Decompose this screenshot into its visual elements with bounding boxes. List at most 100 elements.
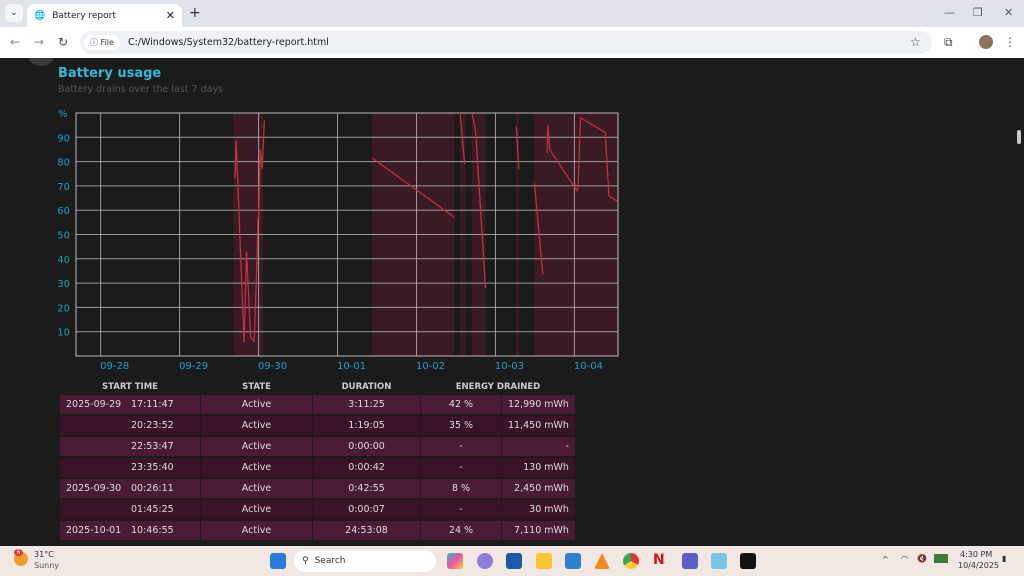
vlc-icon[interactable]	[594, 553, 610, 569]
start-time: 00:26:11	[131, 483, 174, 494]
header-duration: DURATION	[341, 381, 392, 392]
restore-button[interactable]: ❐	[973, 6, 983, 19]
start-date: 2025-09-30	[66, 483, 122, 494]
weather-temp[interactable]: 31°C	[34, 550, 54, 559]
start-time: 01:45:25	[131, 504, 174, 515]
energy-percent-cell: 42 %	[421, 395, 501, 414]
tor-browser-icon[interactable]	[477, 553, 493, 569]
duration-cell: 1:19:05	[313, 416, 420, 435]
header-energy-drained: ENERGY DRAINED	[455, 381, 541, 392]
forward-button[interactable]: →	[34, 35, 44, 49]
y-tick-label: 10	[57, 328, 70, 339]
site-info-chip[interactable]: ⓘ File	[84, 35, 120, 50]
x-tick-label: 10-03	[495, 361, 524, 372]
energy-percent-cell: 24 %	[421, 521, 501, 540]
x-tick-label: 10-01	[337, 361, 366, 372]
x-tick-label: 10-04	[574, 361, 603, 372]
start-date: 2025-09-29	[66, 399, 122, 410]
start-time-cell: 2025-10-01 10:46:55	[60, 521, 200, 540]
taskbar-search[interactable]: ⚲ Search	[294, 550, 436, 572]
tab-battery-report[interactable]: 🌐 Battery report ✕	[27, 4, 182, 27]
table-row: 23:35:40 Active 0:00:42-130 mWh	[60, 458, 575, 477]
energy-mwh-cell: 11,450 mWh	[502, 416, 575, 435]
notification-bell-icon[interactable]: ▮	[1002, 554, 1006, 563]
duration-cell: 0:00:42	[313, 458, 420, 477]
duration-cell: 0:42:55	[313, 479, 420, 498]
table-row: 2025-10-01 10:46:55 Active 24:53:08 24 % 7,11…	[60, 521, 575, 540]
file-explorer-icon[interactable]	[536, 553, 552, 569]
photos-icon[interactable]	[565, 553, 581, 569]
url-text: C:/Windows/System32/battery-report.html	[127, 37, 329, 48]
close-window-button[interactable]: ✕	[1004, 6, 1013, 19]
extensions-icon[interactable]: ⧉	[944, 35, 953, 50]
state-cell: Active	[201, 437, 312, 456]
y-axis-unit: %	[58, 109, 68, 120]
state-cell: Active	[201, 521, 312, 540]
menu-icon[interactable]: ⋮	[1004, 35, 1016, 49]
state-cell: Active	[201, 458, 312, 477]
start-time-cell: 01:45:25	[60, 500, 200, 519]
y-tick-label: 80	[57, 158, 70, 169]
start-time: 23:35:40	[131, 462, 174, 473]
tab-strip: ⌄ 🌐 Battery report ✕ + — ❐ ✕	[0, 0, 1024, 27]
battery-usage-chart: 10 20 30 40 50 60 70 80 90% 09-28 09-29 09-30 10-01 1…	[57, 109, 619, 372]
table-row: 20:23:52 Active 1:19:05 35 % 11,450 mWh	[60, 416, 575, 435]
teams-icon[interactable]	[682, 553, 698, 569]
clock-date[interactable]: 10/4/2025	[958, 561, 999, 570]
duration-cell: 24:53:08	[313, 521, 420, 540]
duration-cell: 0:00:07	[313, 500, 420, 519]
start-time-cell: 23:35:40	[60, 458, 200, 477]
energy-mwh-cell: 2,450 mWh	[502, 479, 575, 498]
start-time: 20:23:52	[131, 420, 174, 431]
scrollbar[interactable]	[1014, 58, 1024, 546]
store-icon[interactable]	[506, 553, 522, 569]
snipping-tool-icon[interactable]	[711, 553, 727, 569]
table-row: 01:45:25 Active 0:00:07-30 mWh	[60, 500, 575, 519]
energy-mwh-cell: 12,990 mWh	[502, 395, 575, 414]
chrome-icon[interactable]	[623, 553, 639, 569]
wifi-icon[interactable]: ◠	[901, 554, 908, 563]
start-time-cell: 22:53:47	[60, 437, 200, 456]
start-button[interactable]	[270, 553, 286, 569]
x-tick-label: 09-29	[179, 361, 208, 372]
duration-cell: 0:00:00	[313, 437, 420, 456]
show-hidden-icons[interactable]: ^	[882, 555, 889, 564]
table-row: 2025-09-29 17:11:47 Active 3:11:25 42 % 12,99…	[60, 395, 575, 414]
y-tick-label: 20	[57, 303, 70, 314]
new-tab-button[interactable]: +	[189, 5, 201, 21]
copilot-icon[interactable]	[447, 553, 463, 569]
start-time: 22:53:47	[131, 441, 174, 452]
table-row: 2025-09-30 00:26:11 Active 0:42:55 8 % 2,450 …	[60, 479, 575, 498]
scrollbar-thumb[interactable]	[1017, 130, 1021, 144]
y-tick-label: 50	[57, 231, 70, 242]
start-time-cell: 2025-09-30 00:26:11	[60, 479, 200, 498]
y-tick-label: 60	[57, 206, 70, 217]
start-time-cell: 2025-09-29 17:11:47	[60, 395, 200, 414]
weather-desc: Sunny	[34, 561, 60, 570]
back-button[interactable]: ←	[10, 35, 20, 49]
energy-percent-cell: -	[421, 458, 501, 477]
url-input[interactable]: ⓘ File C:/Windows/System32/battery-repor…	[80, 31, 932, 54]
address-bar: ← → ↻ ⓘ File C:/Windows/System32/battery…	[0, 27, 1024, 58]
terminal-icon[interactable]	[740, 553, 756, 569]
battery-icon[interactable]	[934, 554, 948, 563]
taskbar: 6 31°C Sunny ⚲ Search N ^ ◠ 🔇 4:30 PM 10/…	[0, 546, 1024, 576]
profile-avatar[interactable]	[979, 35, 993, 49]
bookmark-star-icon[interactable]: ☆	[910, 35, 921, 49]
y-tick-label: 40	[57, 255, 70, 266]
volume-muted-icon[interactable]: 🔇	[917, 554, 927, 563]
minimize-button[interactable]: —	[944, 6, 955, 19]
reload-button[interactable]: ↻	[58, 35, 68, 49]
tab-title: Battery report	[52, 10, 116, 21]
header-state: STATE	[242, 381, 271, 392]
energy-mwh-cell: -	[502, 437, 575, 456]
energy-percent-cell: -	[421, 437, 501, 456]
tab-search-button[interactable]: ⌄	[5, 4, 23, 22]
y-tick-label: 70	[57, 182, 70, 193]
close-tab-icon[interactable]: ✕	[166, 9, 175, 22]
clock-time[interactable]: 4:30 PM	[960, 550, 992, 559]
netflix-icon[interactable]: N	[653, 552, 669, 568]
start-time: 17:11:47	[131, 399, 174, 410]
energy-mwh-cell: 130 mWh	[502, 458, 575, 477]
state-cell: Active	[201, 395, 312, 414]
